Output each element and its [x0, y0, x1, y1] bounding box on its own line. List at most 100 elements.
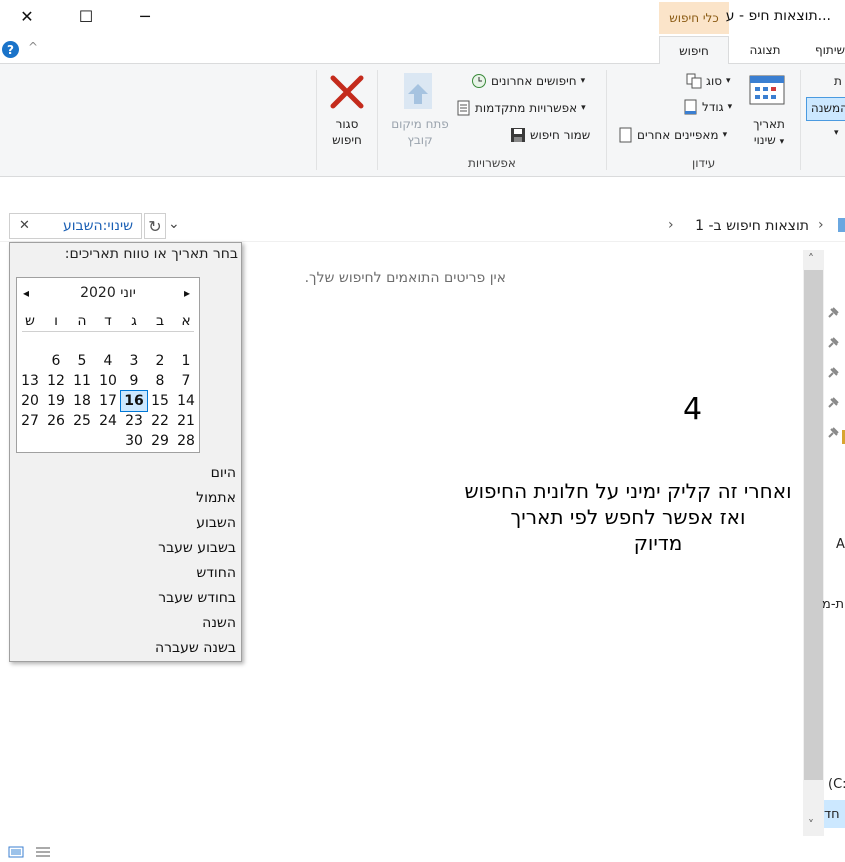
- nav-item-fragment[interactable]: ת-מ: [822, 597, 844, 612]
- date-option-last-year[interactable]: בשנה שעברה: [155, 640, 236, 656]
- calendar-day[interactable]: 24: [95, 411, 121, 431]
- step-number-annotation: 4: [683, 392, 703, 427]
- ribbon-separator: [606, 70, 607, 170]
- size-button[interactable]: ▾ גודל: [682, 99, 732, 115]
- calendar-day[interactable]: 15: [147, 391, 173, 411]
- calendar-weeks: 1 2 3 4 5 6 7 8 9 10 11 12 13 14 15 16 17 18 19 20 21 22 23 24 2…: [17, 331, 199, 451]
- calendar-day: [17, 331, 43, 351]
- scroll-up-button[interactable]: ˄: [808, 252, 814, 266]
- advanced-options-button[interactable]: ▾ אפשרויות מתקדמות: [455, 100, 586, 116]
- ribbon-separator: [377, 70, 378, 170]
- calendar-day[interactable]: 9: [121, 371, 147, 391]
- date-option-this-year[interactable]: השנה: [202, 615, 236, 631]
- calendar-day[interactable]: 7: [173, 371, 199, 391]
- calendar-day[interactable]: 11: [69, 371, 95, 391]
- refresh-button[interactable]: ↻: [144, 213, 166, 239]
- instruction-annotation: ואחרי זה קליק ימיני על חלונית החיפוש ואז…: [448, 478, 808, 556]
- recent-searches-button[interactable]: ▾ חיפושים אחרונים: [471, 73, 585, 89]
- calendar-day[interactable]: 10: [95, 371, 121, 391]
- calendar-day[interactable]: 26: [43, 411, 69, 431]
- other-properties-button[interactable]: ▾ מאפיינים אחרים: [617, 127, 727, 143]
- close-search-button[interactable]: [328, 74, 366, 113]
- calendar-day[interactable]: 19: [43, 391, 69, 411]
- collapse-ribbon-icon[interactable]: ^: [28, 40, 38, 54]
- breadcrumb-path[interactable]: תוצאות חיפוש ב- 1: [695, 218, 809, 234]
- tab-share[interactable]: שיתוף: [810, 36, 845, 64]
- empty-results-message: אין פריטים התואמים לחיפוש שלך.: [304, 270, 506, 286]
- date-option-last-week[interactable]: בשבוע שעבר: [158, 540, 236, 556]
- tab-search[interactable]: חיפוש: [659, 36, 729, 65]
- calendar-day[interactable]: 12: [43, 371, 69, 391]
- open-location-icon: [404, 73, 432, 109]
- ribbon-separator: [316, 70, 317, 170]
- calendar-day: [43, 331, 69, 351]
- scroll-down-button[interactable]: ˅: [808, 818, 814, 832]
- calendar-day[interactable]: 23: [121, 411, 147, 431]
- date-option-today[interactable]: היום: [211, 465, 236, 481]
- nav-item-fragment[interactable]: חד: [824, 807, 840, 822]
- calendar-day: [69, 431, 95, 451]
- details-view-icon[interactable]: [35, 845, 51, 859]
- calendar-prev-month-button[interactable]: ◂: [23, 286, 29, 300]
- date-option-this-week[interactable]: השבוע: [196, 515, 236, 531]
- clear-search-button[interactable]: ✕: [19, 218, 30, 233]
- calendar-day[interactable]: 4: [95, 351, 121, 371]
- calendar-day[interactable]: 30: [121, 431, 147, 451]
- help-icon[interactable]: ?: [2, 41, 19, 58]
- calendar-day[interactable]: 2: [147, 351, 173, 371]
- open-file-location-button[interactable]: [402, 72, 436, 115]
- date-option-this-month[interactable]: החודש: [196, 565, 236, 581]
- nav-item-fragment[interactable]: (C:: [828, 777, 845, 792]
- calendar-day[interactable]: 28: [173, 431, 199, 451]
- calendar-day[interactable]: 16: [120, 390, 148, 412]
- calendar-day[interactable]: 20: [17, 391, 43, 411]
- advanced-options-icon: [457, 100, 470, 116]
- location-dropdown-arrow[interactable]: ▾: [834, 128, 839, 138]
- calendar-next-month-button[interactable]: ▸: [184, 286, 190, 300]
- calendar-day[interactable]: 14: [173, 391, 199, 411]
- refine-group-label: עידון: [692, 156, 716, 170]
- pin-icon: [826, 336, 840, 353]
- calendar-week-row: 123456: [17, 351, 199, 371]
- save-icon: [511, 128, 525, 142]
- current-folder-button[interactable]: המשנה: [806, 97, 845, 121]
- calendar-day[interactable]: 29: [147, 431, 173, 451]
- scrollbar-thumb[interactable]: [804, 270, 823, 780]
- date-option-yesterday[interactable]: אתמול: [196, 490, 236, 506]
- calendar-day[interactable]: 3: [121, 351, 147, 371]
- calendar-day: [17, 351, 43, 371]
- minimize-window-button[interactable]: ─: [122, 0, 168, 32]
- calendar-day[interactable]: 1: [173, 351, 199, 371]
- search-tools-context-tab: כלי חיפוש: [659, 2, 729, 34]
- pin-icon: [826, 366, 840, 383]
- calendar-day[interactable]: 5: [69, 351, 95, 371]
- calendar-month-label[interactable]: יוני 2020: [80, 285, 136, 301]
- breadcrumb-separator: ›: [818, 217, 824, 233]
- calendar-icon: [749, 75, 785, 105]
- search-input[interactable]: שינוי:השבוע: [63, 218, 133, 234]
- save-search-button[interactable]: שמור חיפוש: [510, 127, 590, 143]
- calendar-week-row: 21 22 23 24 25 26 27: [17, 411, 199, 431]
- window-title: ...תוצאות חיפ - ע: [725, 8, 831, 24]
- tab-view[interactable]: תצוגה: [735, 36, 795, 64]
- calendar-day[interactable]: 13: [17, 371, 43, 391]
- calendar-day[interactable]: 27: [17, 411, 43, 431]
- calendar-day[interactable]: 6: [43, 351, 69, 371]
- large-icons-view-icon[interactable]: [8, 845, 24, 859]
- maximize-window-button[interactable]: ☐: [63, 0, 109, 32]
- calendar-week-row: 14 15 16 17 18 19 20: [17, 390, 199, 412]
- date-modified-button[interactable]: [748, 74, 788, 109]
- calendar-day[interactable]: 8: [147, 371, 173, 391]
- kind-button[interactable]: ▾ סוג: [686, 73, 731, 89]
- close-window-button[interactable]: ✕: [4, 0, 50, 32]
- calendar-day[interactable]: 25: [69, 411, 95, 431]
- calendar-day[interactable]: 17: [95, 391, 121, 411]
- calendar-day[interactable]: 18: [69, 391, 95, 411]
- date-option-last-month[interactable]: בחודש שעבר: [158, 590, 236, 606]
- calendar-day[interactable]: 22: [147, 411, 173, 431]
- calendar-day[interactable]: 21: [173, 411, 199, 431]
- nav-item-fragment[interactable]: A: [836, 537, 845, 552]
- address-history-dropdown[interactable]: ⌄: [168, 216, 180, 232]
- pin-icon: [826, 426, 840, 443]
- options-group-label: אפשרויות: [468, 156, 516, 170]
